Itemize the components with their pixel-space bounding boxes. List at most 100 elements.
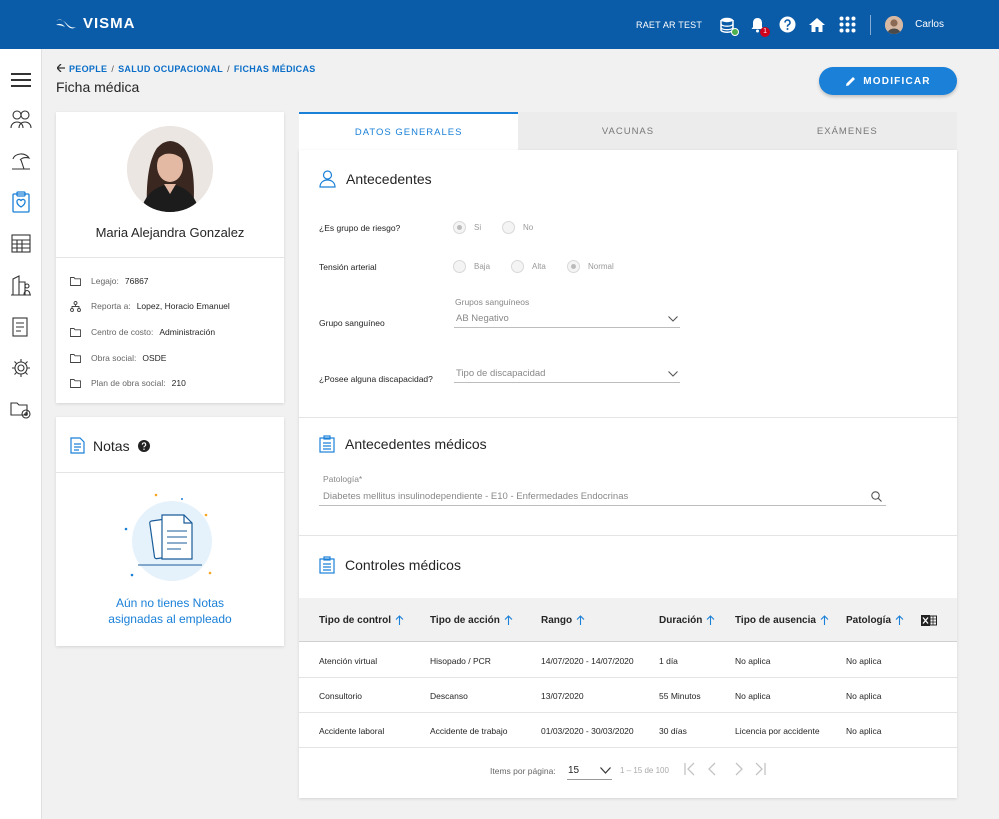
tension-radio-baja[interactable]: Baja <box>453 260 490 273</box>
people-icon[interactable] <box>10 108 32 130</box>
help-icon[interactable] <box>778 16 796 34</box>
empty-notes-illustration <box>124 493 212 581</box>
cell-duracion: 55 Minutos <box>659 690 701 701</box>
sort-arrow-up-icon[interactable] <box>820 615 829 625</box>
company-name[interactable]: RAET AR TEST <box>636 20 702 30</box>
beach-icon[interactable] <box>10 149 32 171</box>
bell-icon[interactable]: 1 <box>748 16 771 37</box>
column-header-tipo-ausencia[interactable]: Tipo de ausencia <box>735 598 829 642</box>
table-row[interactable]: Atención virtual Hisopado / PCR 14/07/20… <box>299 643 957 678</box>
profile-divider <box>56 257 284 258</box>
apps-grid-icon[interactable] <box>838 16 856 34</box>
table-row[interactable]: Accidente laboral Accidente de trabajo 0… <box>299 713 957 748</box>
antecedentes-medicos-title: Antecedentes médicos <box>345 436 487 452</box>
cell-patologia: No aplica <box>846 690 882 701</box>
search-icon[interactable] <box>871 490 882 502</box>
folder-icon <box>70 352 82 364</box>
tab-vacunas[interactable]: VACUNAS <box>518 112 737 150</box>
patologia-label: Patología* <box>323 474 363 484</box>
modify-button[interactable]: MODIFICAR <box>819 67 957 95</box>
last-page-icon[interactable] <box>752 761 768 777</box>
grupo-label: Grupo sanguíneo <box>319 318 385 328</box>
user-avatar[interactable] <box>885 15 904 34</box>
page-size-select[interactable]: 15 <box>567 762 612 780</box>
column-label: Tipo de control <box>319 614 392 626</box>
settings-gear-icon[interactable] <box>10 357 32 379</box>
calendar-icon[interactable] <box>10 232 32 254</box>
hamburger-menu-icon[interactable] <box>10 69 32 91</box>
database-icon[interactable] <box>718 16 740 36</box>
radio-circle <box>453 221 466 234</box>
visma-logo[interactable]: VISMA <box>55 15 136 32</box>
tension-radio-alta[interactable]: Alta <box>511 260 546 273</box>
status-dot <box>731 27 740 36</box>
items-per-page-label: Items por página: <box>490 766 556 776</box>
tabs: DATOS GENERALES VACUNAS EXÁMENES <box>299 112 957 150</box>
column-label: Tipo de ausencia <box>735 614 816 626</box>
discapacidad-placeholder: Tipo de discapacidad <box>456 368 546 379</box>
back-arrow-icon[interactable] <box>56 63 65 74</box>
cell-tipo-accion: Descanso <box>430 690 468 701</box>
riesgo-radio-no[interactable]: No <box>502 221 533 234</box>
riesgo-label: ¿Es grupo de riesgo? <box>319 223 401 233</box>
column-header-tipo-accion[interactable]: Tipo de acción <box>430 598 513 642</box>
building-person-icon[interactable] <box>10 274 32 296</box>
notes-empty-line2: asignadas al empleado <box>108 612 232 626</box>
breadcrumb-people[interactable]: PEOPLE <box>69 64 107 74</box>
person-outline-icon <box>319 170 336 188</box>
riesgo-radio-si[interactable]: Si <box>453 221 481 234</box>
cell-tipo-control: Atención virtual <box>319 655 378 666</box>
breadcrumb-salud-ocupacional[interactable]: SALUD OCUPACIONAL <box>118 64 223 74</box>
notification-badge: 1 <box>760 26 771 37</box>
first-page-icon[interactable] <box>682 761 698 777</box>
section-divider <box>299 535 957 536</box>
patologia-search-field[interactable]: Diabetes mellitus insulinodependiente - … <box>319 487 886 506</box>
excel-export-icon[interactable] <box>921 598 937 642</box>
sort-arrow-up-icon[interactable] <box>395 615 404 625</box>
page-title: Ficha médica <box>56 79 140 95</box>
column-header-rango[interactable]: Rango <box>541 598 585 642</box>
breadcrumb-fichas-medicas[interactable]: FICHAS MÉDICAS <box>234 64 316 74</box>
home-icon[interactable] <box>808 16 826 34</box>
medical-record-icon[interactable] <box>10 191 32 213</box>
antecedentes-medicos-header: Antecedentes médicos <box>319 435 487 453</box>
info-label: Plan de obra social: <box>91 378 166 388</box>
tension-radio-normal[interactable]: Normal <box>567 260 614 273</box>
user-name[interactable]: Carlos <box>915 19 944 30</box>
antecedentes-header: Antecedentes <box>319 170 432 188</box>
org-chart-icon <box>70 300 82 312</box>
top-bar: VISMA RAET AR TEST 1 Carlos <box>0 0 999 49</box>
radio-label: No <box>523 223 534 232</box>
tension-label: Tensión arterial <box>319 262 377 272</box>
table-row[interactable]: Consultorio Descanso 13/07/2020 55 Minut… <box>299 678 957 713</box>
notes-divider <box>56 472 284 473</box>
help-circle-icon[interactable] <box>137 439 150 452</box>
discapacidad-select[interactable]: Tipo de discapacidad <box>454 365 680 383</box>
next-page-icon[interactable] <box>731 761 747 777</box>
sort-arrow-up-icon[interactable] <box>576 615 585 625</box>
folder-transfer-icon[interactable] <box>10 399 32 421</box>
notes-title: Notas <box>93 437 130 454</box>
info-label: Obra social: <box>91 353 137 363</box>
folder-icon <box>70 275 82 287</box>
column-header-duracion[interactable]: Duración <box>659 598 715 642</box>
tab-datos-generales[interactable]: DATOS GENERALES <box>299 112 519 150</box>
grupo-sanguineo-select[interactable]: AB Negativo <box>454 310 680 328</box>
column-header-patologia[interactable]: Patología <box>846 598 904 642</box>
column-header-tipo-control[interactable]: Tipo de control <box>319 598 404 642</box>
sort-arrow-up-icon[interactable] <box>895 615 904 625</box>
cell-rango: 13/07/2020 <box>541 690 584 701</box>
cell-tipo-ausencia: No aplica <box>735 655 771 666</box>
document-list-icon[interactable] <box>10 316 32 338</box>
clipboard-icon <box>319 556 335 574</box>
antecedentes-title: Antecedentes <box>346 171 432 187</box>
pagination: Items por página: 15 1 – 15 de 100 <box>299 758 957 788</box>
sort-arrow-up-icon[interactable] <box>504 615 513 625</box>
chevron-down-icon <box>668 370 678 377</box>
notes-card: Notas Aún no tienes Notas asignadas al e… <box>56 417 284 646</box>
previous-page-icon[interactable] <box>703 761 719 777</box>
sort-arrow-up-icon[interactable] <box>706 615 715 625</box>
radio-circle <box>511 260 524 273</box>
tab-examenes[interactable]: EXÁMENES <box>738 112 957 150</box>
radio-circle <box>453 260 466 273</box>
